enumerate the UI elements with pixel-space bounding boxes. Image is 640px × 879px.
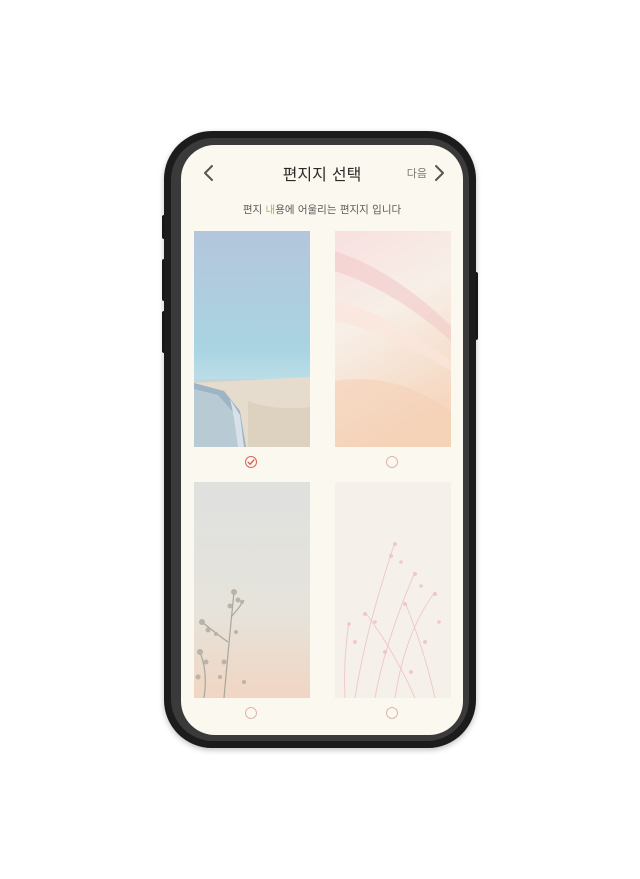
select-radio-pink-grass[interactable] [386, 707, 398, 719]
subtitle-text-start: 편지 [242, 204, 266, 216]
back-button[interactable] [199, 161, 219, 185]
beach-image [194, 231, 310, 447]
stationery-card-pink-grass[interactable] [335, 482, 451, 698]
chevron-right-icon [435, 165, 444, 181]
select-radio-blossom-branch[interactable] [245, 707, 257, 719]
select-radio-beach[interactable] [245, 456, 257, 468]
blossom-branch-image [194, 482, 310, 698]
subtitle-highlight: 내 [265, 204, 276, 216]
phone-screen: 편지지 선택 다음 편지 내용에 어울리는 편지지 입니다 [181, 145, 463, 735]
phone-frame: 편지지 선택 다음 편지 내용에 어울리는 편지지 입니다 [164, 131, 476, 748]
check-circle-icon [247, 459, 255, 465]
pink-silk-image [335, 231, 451, 447]
chevron-left-icon [204, 165, 213, 181]
stationery-card-beach[interactable] [194, 231, 310, 447]
select-radio-pink-silk[interactable] [386, 456, 398, 468]
stationery-card-blossom-branch[interactable] [194, 482, 310, 698]
next-label: 다음 [406, 167, 427, 180]
subtitle-text-end: 용에 어울리는 편지지 입니다 [275, 204, 402, 216]
pink-grass-image [335, 482, 451, 698]
header: 편지지 선택 다음 [181, 145, 463, 195]
stationery-card-pink-silk[interactable] [335, 231, 451, 447]
subtitle: 편지 내용에 어울리는 편지지 입니다 [181, 202, 463, 217]
next-button[interactable]: 다음 [407, 163, 445, 183]
